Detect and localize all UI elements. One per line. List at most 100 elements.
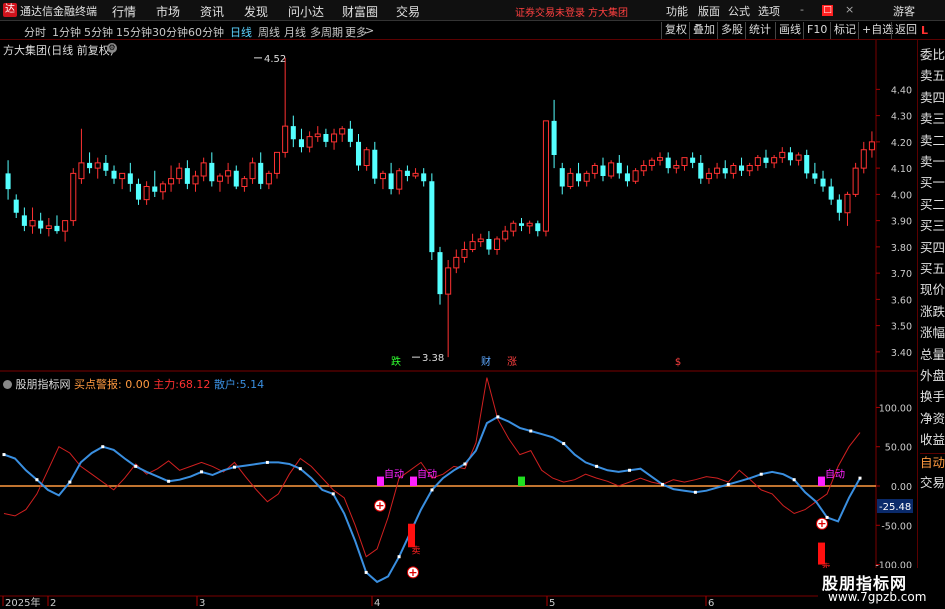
buy-point-plus: + (408, 566, 417, 579)
event-marker-1: 财 (481, 355, 491, 368)
period-9[interactable]: 多周期 (310, 24, 343, 40)
sidebar-item-2[interactable]: 卖四 (920, 89, 945, 106)
sidebar-item-3[interactable]: 卖三 (920, 110, 945, 127)
period-8[interactable]: 月线 (284, 24, 306, 40)
period-7[interactable]: 周线 (258, 24, 280, 40)
period-6[interactable]: 日线 (230, 24, 252, 40)
candle-body (820, 178, 826, 187)
tool-5[interactable]: F10 (803, 22, 830, 39)
main-dot (265, 460, 269, 464)
menu-guest[interactable]: 游客 (893, 3, 915, 19)
sidebar-item-19[interactable]: 自动 (920, 452, 945, 471)
more-chevron-icon[interactable]: > (365, 24, 374, 37)
candle-body (698, 162, 704, 179)
price-tick-label: 3.80 (891, 243, 912, 254)
candle-body (176, 167, 183, 180)
period-0[interactable]: 分时 (24, 24, 46, 40)
candle-body (494, 238, 501, 250)
event-marker-0: 跌 (391, 355, 401, 368)
candle-body (795, 154, 802, 161)
tool-0[interactable]: 复权 (661, 22, 690, 39)
sidebar-item-0[interactable]: 委比 (920, 46, 945, 63)
candle-body (567, 172, 574, 187)
menu-zixun[interactable]: 资讯 (200, 3, 224, 20)
candle-body (5, 173, 11, 190)
minimize-button[interactable]: - (800, 3, 804, 16)
candle-body (844, 193, 851, 214)
candle-body (258, 162, 264, 184)
menu-caifuquan[interactable]: 财富圈 (342, 3, 378, 20)
date-label: 6 (708, 598, 714, 609)
date-label: 2025年 (5, 596, 40, 609)
sidebar-item-9[interactable]: 买四 (920, 239, 945, 256)
tool-1[interactable]: 叠加 (689, 22, 718, 39)
main-force-line (3, 415, 861, 584)
candle-body (241, 178, 248, 187)
candle-body (290, 126, 296, 140)
sidebar-item-13[interactable]: 涨幅 (920, 324, 945, 341)
main-dot (726, 482, 730, 486)
tool-2[interactable]: 多股 (717, 22, 746, 39)
period-4[interactable]: 30分钟 (152, 24, 188, 40)
sidebar-toggle[interactable]: L (921, 24, 928, 37)
sidebar-item-15[interactable]: 外盘 (920, 367, 945, 384)
candle-body (273, 151, 281, 174)
candle-body (388, 173, 394, 190)
price-tick-label: 3.90 (891, 217, 912, 228)
candle-body (705, 172, 712, 180)
sidebar-item-12[interactable]: 涨跌 (920, 303, 945, 320)
sidebar-item-16[interactable]: 换手 (920, 388, 945, 405)
menu-faxian[interactable]: 发现 (244, 3, 268, 20)
tool-8[interactable]: 返回 (891, 22, 920, 39)
tool-3[interactable]: 统计 (745, 22, 774, 39)
candle-body (29, 220, 36, 227)
candle-body (111, 170, 117, 179)
sidebar-item-18[interactable]: 收益 (920, 431, 945, 448)
kline-chart[interactable]: 4.40 4.30 4.20 4.10 4.00 3.90 3.80 3.70 3.60 3.50… (0, 40, 917, 609)
menu-xuanxiang[interactable]: 选项 (758, 3, 780, 19)
candle-body (78, 162, 85, 180)
candle-body (640, 165, 647, 172)
sidebar-item-6[interactable]: 买一 (920, 174, 945, 191)
sidebar-item-8[interactable]: 买三 (920, 217, 945, 234)
menu-shichang[interactable]: 市场 (156, 3, 180, 20)
sidebar-item-14[interactable]: 总量 (920, 346, 945, 363)
close-button[interactable]: × (845, 3, 854, 16)
period-3[interactable]: 15分钟 (116, 24, 152, 40)
main-dot (693, 490, 697, 494)
menu-hangqing[interactable]: 行情 (112, 3, 136, 20)
indicator-gear-icon[interactable] (3, 380, 12, 389)
login-status[interactable]: 证券交易未登录 (515, 4, 585, 19)
sidebar-item-11[interactable]: 现价 (920, 281, 945, 298)
sidebar-item-17[interactable]: 净资 (920, 410, 945, 427)
sidebar-item-5[interactable]: 卖一 (920, 153, 945, 170)
menu-gongneng[interactable]: 功能 (666, 3, 688, 19)
period-2[interactable]: 5分钟 (84, 24, 113, 40)
sidebar-item-4[interactable]: 卖二 (920, 132, 945, 149)
menu-gongshi[interactable]: 公式 (728, 3, 750, 19)
menu-banmian[interactable]: 版面 (698, 3, 720, 19)
sidebar-item-20[interactable]: 交易 (920, 474, 945, 491)
candle-body (54, 225, 60, 232)
candle-body (87, 162, 93, 169)
quote-sidebar: 委比卖五卖四卖三卖二卖一买一买二买三买四买五现价涨跌涨幅总量外盘换手净资收益自动… (917, 40, 945, 609)
tool-6[interactable]: 标记 (830, 22, 859, 39)
maximize-button[interactable]: □ (822, 5, 833, 16)
period-1[interactable]: 1分钟 (52, 24, 81, 40)
period-10[interactable]: 更多 (345, 24, 367, 40)
sidebar-item-7[interactable]: 买二 (920, 196, 945, 213)
buy-signal-bar (377, 476, 384, 486)
menu-wenxiaoda[interactable]: 问小达 (288, 3, 324, 20)
current-stock-label: 方大集团 (588, 8, 628, 19)
period-5[interactable]: 60分钟 (188, 24, 224, 40)
sidebar-item-1[interactable]: 卖五 (920, 67, 945, 84)
candle-body (771, 157, 778, 164)
menu-jiaoyi[interactable]: 交易 (396, 3, 420, 20)
main-dot (529, 429, 533, 433)
candle-body (836, 199, 842, 213)
candle-body (437, 252, 443, 295)
sidebar-item-10[interactable]: 买五 (920, 260, 945, 277)
tool-4[interactable]: 画线 (775, 22, 804, 39)
candle-body (804, 155, 810, 174)
candle-body (868, 141, 875, 151)
